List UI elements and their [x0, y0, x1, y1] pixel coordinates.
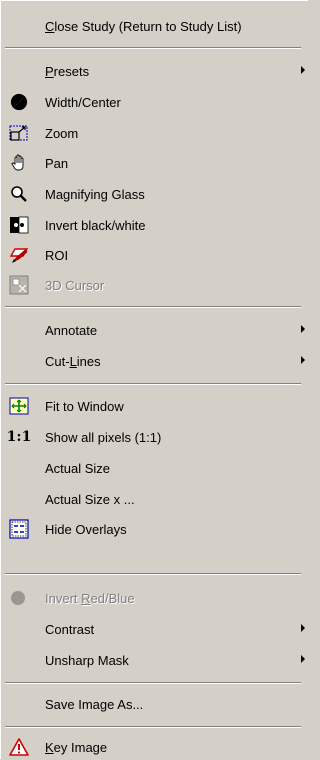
menu-item-key-image[interactable]: Key Image [1, 734, 305, 760]
menu-item-annotate[interactable]: Annotate [1, 317, 305, 343]
menu-item-3d-cursor[interactable]: 3D Cursor [1, 272, 305, 298]
menu-item-label: Show all pixels (1:1) [45, 429, 162, 445]
menu-item-label: 3D Cursor [45, 277, 105, 293]
menu-item-label: Actual Size x ... [45, 491, 135, 507]
menu-item-label: Pan [45, 155, 69, 171]
menu-item-actual-size-x[interactable]: Actual Size x ... [1, 486, 305, 512]
warning-icon [9, 738, 29, 756]
menu-item-width-center[interactable]: Width/Center [1, 89, 305, 115]
menu-item-label: Save Image As... [45, 696, 144, 712]
menu-item-label: Width/Center [45, 94, 121, 110]
menu-item-hide-overlays[interactable]: Hide Overlays [1, 516, 305, 542]
menu-item-label: Contrast [45, 621, 95, 637]
magnifier-icon [9, 185, 29, 203]
menu-item-unsharp-mask[interactable]: Unsharp Mask [1, 647, 305, 673]
menu-item-label: Zoom [45, 125, 79, 141]
menu-separator [5, 47, 301, 49]
menu-item-presets[interactable]: Presets [1, 58, 305, 84]
menu-item-save-image-as[interactable]: Save Image As... [1, 691, 305, 717]
fit-to-window-icon [9, 397, 29, 415]
submenu-arrow-icon [301, 655, 305, 663]
menu-separator [5, 682, 301, 684]
zoom-frame-icon [9, 124, 29, 142]
menu-item-cut-lines[interactable]: Cut-Lines [1, 348, 305, 374]
menu-item-show-all-pixels[interactable]: 1:1 Show all pixels (1:1) [1, 424, 305, 450]
menu-item-magnifying-glass[interactable]: Magnifying Glass [1, 181, 305, 207]
menu-separator [5, 573, 301, 575]
menu-item-label: Hide Overlays [45, 521, 127, 537]
menu-item-contrast[interactable]: Contrast [1, 616, 305, 642]
menu-item-label: ROI [45, 247, 69, 263]
contrast-circle-icon [9, 93, 29, 111]
overlays-icon [9, 519, 29, 539]
submenu-arrow-icon [301, 325, 305, 333]
menu-item-label: Actual Size [45, 460, 111, 476]
menu-item-close-study[interactable]: Close Study (Return to Study List) [1, 13, 305, 39]
cursor-3d-icon [9, 275, 29, 295]
submenu-arrow-icon [301, 66, 305, 74]
menu-item-label: Close Study (Return to Study List) [45, 18, 242, 34]
hand-icon [9, 154, 29, 172]
menu-item-invert-red-blue[interactable]: Invert Red/Blue [1, 585, 305, 611]
menu-separator [5, 306, 301, 308]
disabled-dot-icon [9, 589, 29, 607]
menu-item-label: Presets [45, 63, 90, 79]
menu-item-pan[interactable]: Pan [1, 150, 305, 176]
submenu-arrow-icon [301, 624, 305, 632]
menu-item-label: Annotate [45, 322, 98, 338]
menu-item-label: Invert Red/Blue [45, 590, 135, 606]
menu-item-label: Key Image [45, 739, 108, 755]
menu-item-label: Unsharp Mask [45, 652, 129, 668]
invert-bw-icon [9, 216, 29, 234]
context-menu: Close Study (Return to Study List) Prese… [0, 0, 308, 759]
roi-pencil-icon [9, 246, 29, 264]
menu-item-label: Fit to Window [45, 398, 124, 414]
one-to-one-icon: 1:1 [6, 429, 32, 445]
submenu-arrow-icon [301, 356, 305, 364]
menu-item-invert-black-white[interactable]: Invert black/white [1, 212, 305, 238]
menu-separator [5, 726, 301, 728]
menu-item-label: Magnifying Glass [45, 186, 145, 202]
menu-item-roi[interactable]: ROI [1, 242, 305, 268]
menu-item-zoom[interactable]: Zoom [1, 120, 305, 146]
menu-separator [5, 383, 301, 385]
menu-item-label: Invert black/white [45, 217, 146, 233]
menu-item-fit-to-window[interactable]: Fit to Window [1, 393, 305, 419]
menu-item-actual-size[interactable]: Actual Size [1, 455, 305, 481]
menu-item-label: Cut-Lines [45, 353, 101, 369]
